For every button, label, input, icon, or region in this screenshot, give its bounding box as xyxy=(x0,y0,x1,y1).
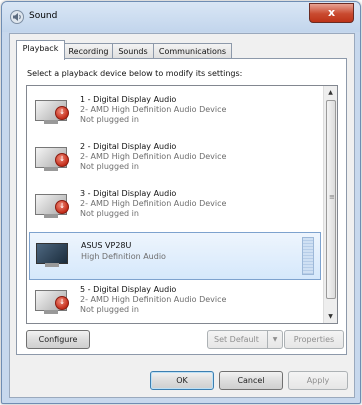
unplugged-icon: ↓ xyxy=(55,296,69,310)
device-name: 5 - Digital Display Audio xyxy=(80,285,177,294)
set-default-label: Set Default xyxy=(214,335,259,344)
ok-button[interactable]: OK xyxy=(150,371,214,390)
grip-icon: ≡ xyxy=(329,193,335,201)
configure-button[interactable]: Configure xyxy=(26,330,90,349)
device-status: Not plugged in xyxy=(80,209,139,218)
unplugged-icon: ↓ xyxy=(55,200,69,214)
device-status: Not plugged in xyxy=(80,162,139,171)
unplugged-icon: ↓ xyxy=(55,106,69,120)
vertical-scrollbar[interactable]: ▲ ≡ ▼ xyxy=(323,86,337,323)
device-item[interactable]: ↓ 2 - Digital Display Audio 2- AMD High … xyxy=(29,137,321,183)
instruction-text: Select a playback device below to modify… xyxy=(27,69,243,78)
playback-panel: Select a playback device below to modify… xyxy=(16,58,347,355)
scroll-down-icon[interactable]: ▼ xyxy=(324,310,337,323)
scrollbar-thumb[interactable]: ≡ xyxy=(326,100,336,299)
device-description: 2- AMD High Definition Audio Device xyxy=(80,105,227,114)
device-status: Not plugged in xyxy=(80,115,139,124)
device-description: High Definition Audio xyxy=(81,252,166,261)
apply-button[interactable]: Apply xyxy=(288,371,348,390)
device-name: ASUS VP28U xyxy=(81,241,132,250)
device-item[interactable]: ↓ 1 - Digital Display Audio 2- AMD High … xyxy=(29,90,321,136)
set-default-button[interactable]: Set Default ▼ xyxy=(207,330,283,349)
device-item[interactable]: ↓ 5 - Digital Display Audio 2- AMD High … xyxy=(29,280,321,323)
cancel-button[interactable]: Cancel xyxy=(219,371,283,390)
window-title: Sound xyxy=(29,11,58,21)
scroll-up-icon[interactable]: ▲ xyxy=(324,86,337,99)
tab-playback[interactable]: Playback xyxy=(16,40,65,60)
tab-sounds[interactable]: Sounds xyxy=(112,43,154,59)
title-bar[interactable]: Sound x xyxy=(2,2,360,32)
device-name: 3 - Digital Display Audio xyxy=(80,189,177,198)
dropdown-arrow-icon[interactable]: ▼ xyxy=(267,331,282,348)
monitor-icon xyxy=(36,243,70,269)
device-item-selected[interactable]: ASUS VP28U High Definition Audio xyxy=(29,232,321,280)
device-name: 1 - Digital Display Audio xyxy=(80,95,177,104)
device-item[interactable]: ↓ 3 - Digital Display Audio 2- AMD High … xyxy=(29,184,321,230)
properties-button[interactable]: Properties xyxy=(284,330,344,349)
tab-communications[interactable]: Communications xyxy=(153,43,232,59)
device-list[interactable]: ↓ 1 - Digital Display Audio 2- AMD High … xyxy=(26,85,338,324)
close-button[interactable]: x xyxy=(309,3,354,23)
device-description: 2- AMD High Definition Audio Device xyxy=(80,295,227,304)
device-status: Not plugged in xyxy=(80,305,139,314)
device-description: 2- AMD High Definition Audio Device xyxy=(80,199,227,208)
unplugged-icon: ↓ xyxy=(55,153,69,167)
speaker-icon xyxy=(10,10,24,24)
device-description: 2- AMD High Definition Audio Device xyxy=(80,152,227,161)
volume-level-meter xyxy=(302,237,314,275)
tab-recording[interactable]: Recording xyxy=(64,43,113,59)
dialog-body: Playback Recording Sounds Communications… xyxy=(9,33,355,398)
device-name: 2 - Digital Display Audio xyxy=(80,142,177,151)
sound-dialog: Sound x Playback Recording Sounds Commun… xyxy=(1,1,361,404)
